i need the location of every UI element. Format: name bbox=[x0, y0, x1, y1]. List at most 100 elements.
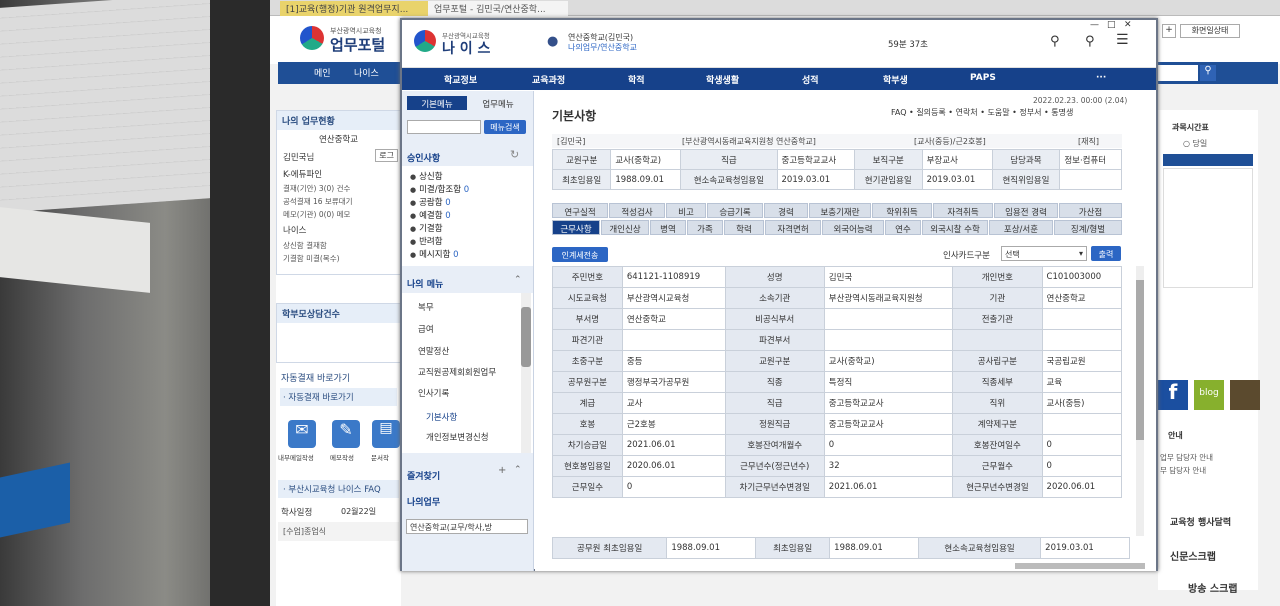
dept-link[interactable]: 정부서 bbox=[1019, 108, 1041, 117]
document-icon[interactable]: ▤ bbox=[372, 420, 400, 448]
tab-training[interactable]: 연수 bbox=[885, 220, 921, 235]
organization-select[interactable]: 연산중학교(교무/학사,방 bbox=[406, 519, 528, 534]
my-menu-item[interactable]: 인사기록 bbox=[418, 387, 449, 399]
close-icon[interactable]: ✕ bbox=[1124, 20, 1132, 30]
help-link[interactable]: 도움말 bbox=[987, 108, 1009, 117]
my-menu-item[interactable]: 교직원공제회회원업무 bbox=[418, 366, 496, 378]
news-icon[interactable] bbox=[1230, 380, 1260, 410]
card-type-select[interactable]: 선택 ▾ bbox=[1001, 246, 1087, 261]
add-button[interactable]: + bbox=[1162, 24, 1176, 38]
transfer-button[interactable]: 인계세전송 bbox=[552, 247, 608, 262]
nav-neis[interactable]: 나이스 bbox=[354, 66, 379, 79]
tab-work-menu[interactable]: 업무메뉴 bbox=[468, 96, 528, 110]
user-role-link[interactable]: 나의업무/연산중학교 bbox=[568, 42, 637, 53]
browser-tab[interactable]: [1]교육(행정)기관 원격업무지... bbox=[280, 1, 432, 16]
facebook-icon[interactable]: f bbox=[1158, 380, 1188, 410]
calendar-item[interactable]: [수업]종업식 bbox=[278, 522, 399, 541]
tab-supplement[interactable]: 보충기재란 bbox=[809, 203, 871, 218]
add-favorite-icon[interactable]: + bbox=[498, 465, 506, 476]
screen-state-button[interactable]: 화면일상태 bbox=[1180, 24, 1240, 38]
nav-main[interactable]: 메인 bbox=[314, 66, 331, 79]
k-row[interactable]: 메모(기관) 0(0) 메모 bbox=[277, 208, 400, 221]
menu-registry[interactable]: 학부생 bbox=[883, 73, 908, 86]
tab-cert[interactable]: 자격면허 bbox=[765, 220, 821, 235]
my-menu-item[interactable]: 연말정산 bbox=[418, 345, 449, 357]
manual-link[interactable]: 통명생 bbox=[1051, 108, 1073, 117]
approval-item[interactable]: 반려함 bbox=[410, 235, 442, 247]
menu-student-life[interactable]: 학생생활 bbox=[706, 73, 739, 86]
tab-awards[interactable]: 포상/서훈 bbox=[989, 220, 1053, 235]
search-icon[interactable]: ⚲ bbox=[1200, 65, 1216, 81]
minimize-icon[interactable]: — bbox=[1090, 20, 1099, 30]
tab-career[interactable]: 경력 bbox=[764, 203, 808, 218]
tab-aptitude[interactable]: 적성검사 bbox=[609, 203, 665, 218]
tab-basic-menu[interactable]: 기본메뉴 bbox=[407, 96, 467, 110]
menu-grades[interactable]: 성적 bbox=[802, 73, 819, 86]
print-button[interactable]: 출력 bbox=[1091, 246, 1121, 261]
neis-row[interactable]: 기결함 미결(복수) bbox=[277, 252, 400, 265]
tab-discipline[interactable]: 징계/형벌 bbox=[1054, 220, 1122, 235]
tab-military[interactable]: 병역 bbox=[650, 220, 686, 235]
faq-link[interactable]: FAQ bbox=[891, 108, 907, 117]
blog-icon[interactable]: blog bbox=[1194, 380, 1224, 410]
menu-search-button[interactable]: 메뉴검색 bbox=[484, 120, 526, 134]
tab-family[interactable]: 가족 bbox=[687, 220, 723, 235]
tab-pre-career[interactable]: 임용전 경력 bbox=[994, 203, 1058, 218]
notice-row[interactable]: 업무 담당자 안내 bbox=[1160, 452, 1213, 463]
approval-item[interactable]: 공람함 0 bbox=[410, 196, 451, 208]
browser-tab[interactable]: 업무포털 - 김민국/연산중학... bbox=[428, 1, 568, 16]
approval-item[interactable]: 메시지함 0 bbox=[410, 248, 458, 260]
shortcut-link[interactable]: · 자동결재 바로가기 bbox=[280, 388, 397, 406]
timetable-radio[interactable]: ○ 당일 bbox=[1158, 135, 1258, 152]
tab-overseas[interactable]: 외국시찰 수학 bbox=[922, 220, 988, 235]
memo-icon[interactable]: ✎ bbox=[332, 420, 360, 448]
chevron-up-icon[interactable]: ⌃ bbox=[514, 275, 522, 285]
logout-button[interactable]: 로그 bbox=[375, 149, 398, 162]
k-row[interactable]: 결재(기안) 3(0) 건수 bbox=[277, 182, 400, 195]
tab-promotion[interactable]: 승급기록 bbox=[707, 203, 763, 218]
tab-work-status[interactable]: 근무사항 bbox=[552, 220, 600, 235]
search-icon[interactable]: ⚲ bbox=[1050, 34, 1060, 49]
menu-records[interactable]: 학적 bbox=[628, 73, 645, 86]
my-menu-subitem-active[interactable]: 기본사항 bbox=[426, 411, 457, 423]
tab-research[interactable]: 연구실적 bbox=[552, 203, 608, 218]
broadcast-scrap-title[interactable]: 방송 스크랩 bbox=[1188, 580, 1237, 595]
maximize-icon[interactable]: □ bbox=[1107, 20, 1116, 30]
menu-curriculum[interactable]: 교육과정 bbox=[532, 73, 565, 86]
tab-personal[interactable]: 개인신상 bbox=[601, 220, 649, 235]
menu-scrollbar[interactable] bbox=[521, 293, 531, 453]
menu-paps[interactable]: PAPS bbox=[970, 73, 996, 83]
mail-icon[interactable]: ✉ bbox=[288, 420, 316, 448]
refresh-icon[interactable]: ↻ bbox=[510, 148, 519, 161]
approval-item[interactable]: 예결함 0 bbox=[410, 209, 451, 221]
register-question-link[interactable]: 질의등록 bbox=[916, 108, 945, 117]
faq-link[interactable]: · 부산시교육청 나이스 FAQ bbox=[278, 480, 399, 498]
tab-language[interactable]: 외국어능력 bbox=[822, 220, 884, 235]
k-row[interactable]: 공석결재 16 보류대기 bbox=[277, 195, 400, 208]
approval-item[interactable]: 미결/합조함 0 bbox=[410, 183, 469, 195]
approval-item[interactable]: 기결함 bbox=[410, 222, 442, 234]
event-calendar-title[interactable]: 교육청 행사달력 bbox=[1170, 515, 1231, 528]
zoom-icon[interactable]: ⚲ bbox=[1085, 34, 1095, 49]
tab-bonus[interactable]: 가산점 bbox=[1059, 203, 1122, 218]
contacts-link[interactable]: 연락처 bbox=[956, 108, 978, 117]
tab-remarks[interactable]: 비고 bbox=[666, 203, 706, 218]
tab-license[interactable]: 자격취득 bbox=[933, 203, 993, 218]
news-scrap-title[interactable]: 신문스크랩 bbox=[1170, 548, 1216, 563]
my-menu-item[interactable]: 복무 bbox=[418, 301, 434, 313]
chevron-up-icon[interactable]: ⌃ bbox=[514, 465, 522, 475]
hamburger-menu-icon[interactable]: ☰ bbox=[1116, 32, 1129, 48]
menu-school-info[interactable]: 학교정보 bbox=[444, 73, 477, 86]
shortcut-title: 자동결재 바로가기 bbox=[281, 374, 351, 384]
tab-degree[interactable]: 학위취득 bbox=[872, 203, 932, 218]
menu-more[interactable]: ··· bbox=[1096, 73, 1106, 83]
tab-education[interactable]: 학력 bbox=[724, 220, 764, 235]
my-menu-subitem[interactable]: 개인정보변경신청 bbox=[426, 431, 489, 443]
menu-search-input[interactable] bbox=[407, 120, 481, 134]
grid-scrollbar[interactable] bbox=[1136, 266, 1144, 536]
approval-item[interactable]: 상신함 bbox=[410, 170, 442, 182]
horizontal-scrollbar[interactable] bbox=[1015, 563, 1145, 569]
my-menu-item[interactable]: 급여 bbox=[418, 323, 434, 335]
neis-row[interactable]: 상신함 결재함 bbox=[277, 239, 400, 252]
notice-row[interactable]: 무 담당자 안내 bbox=[1160, 465, 1206, 476]
